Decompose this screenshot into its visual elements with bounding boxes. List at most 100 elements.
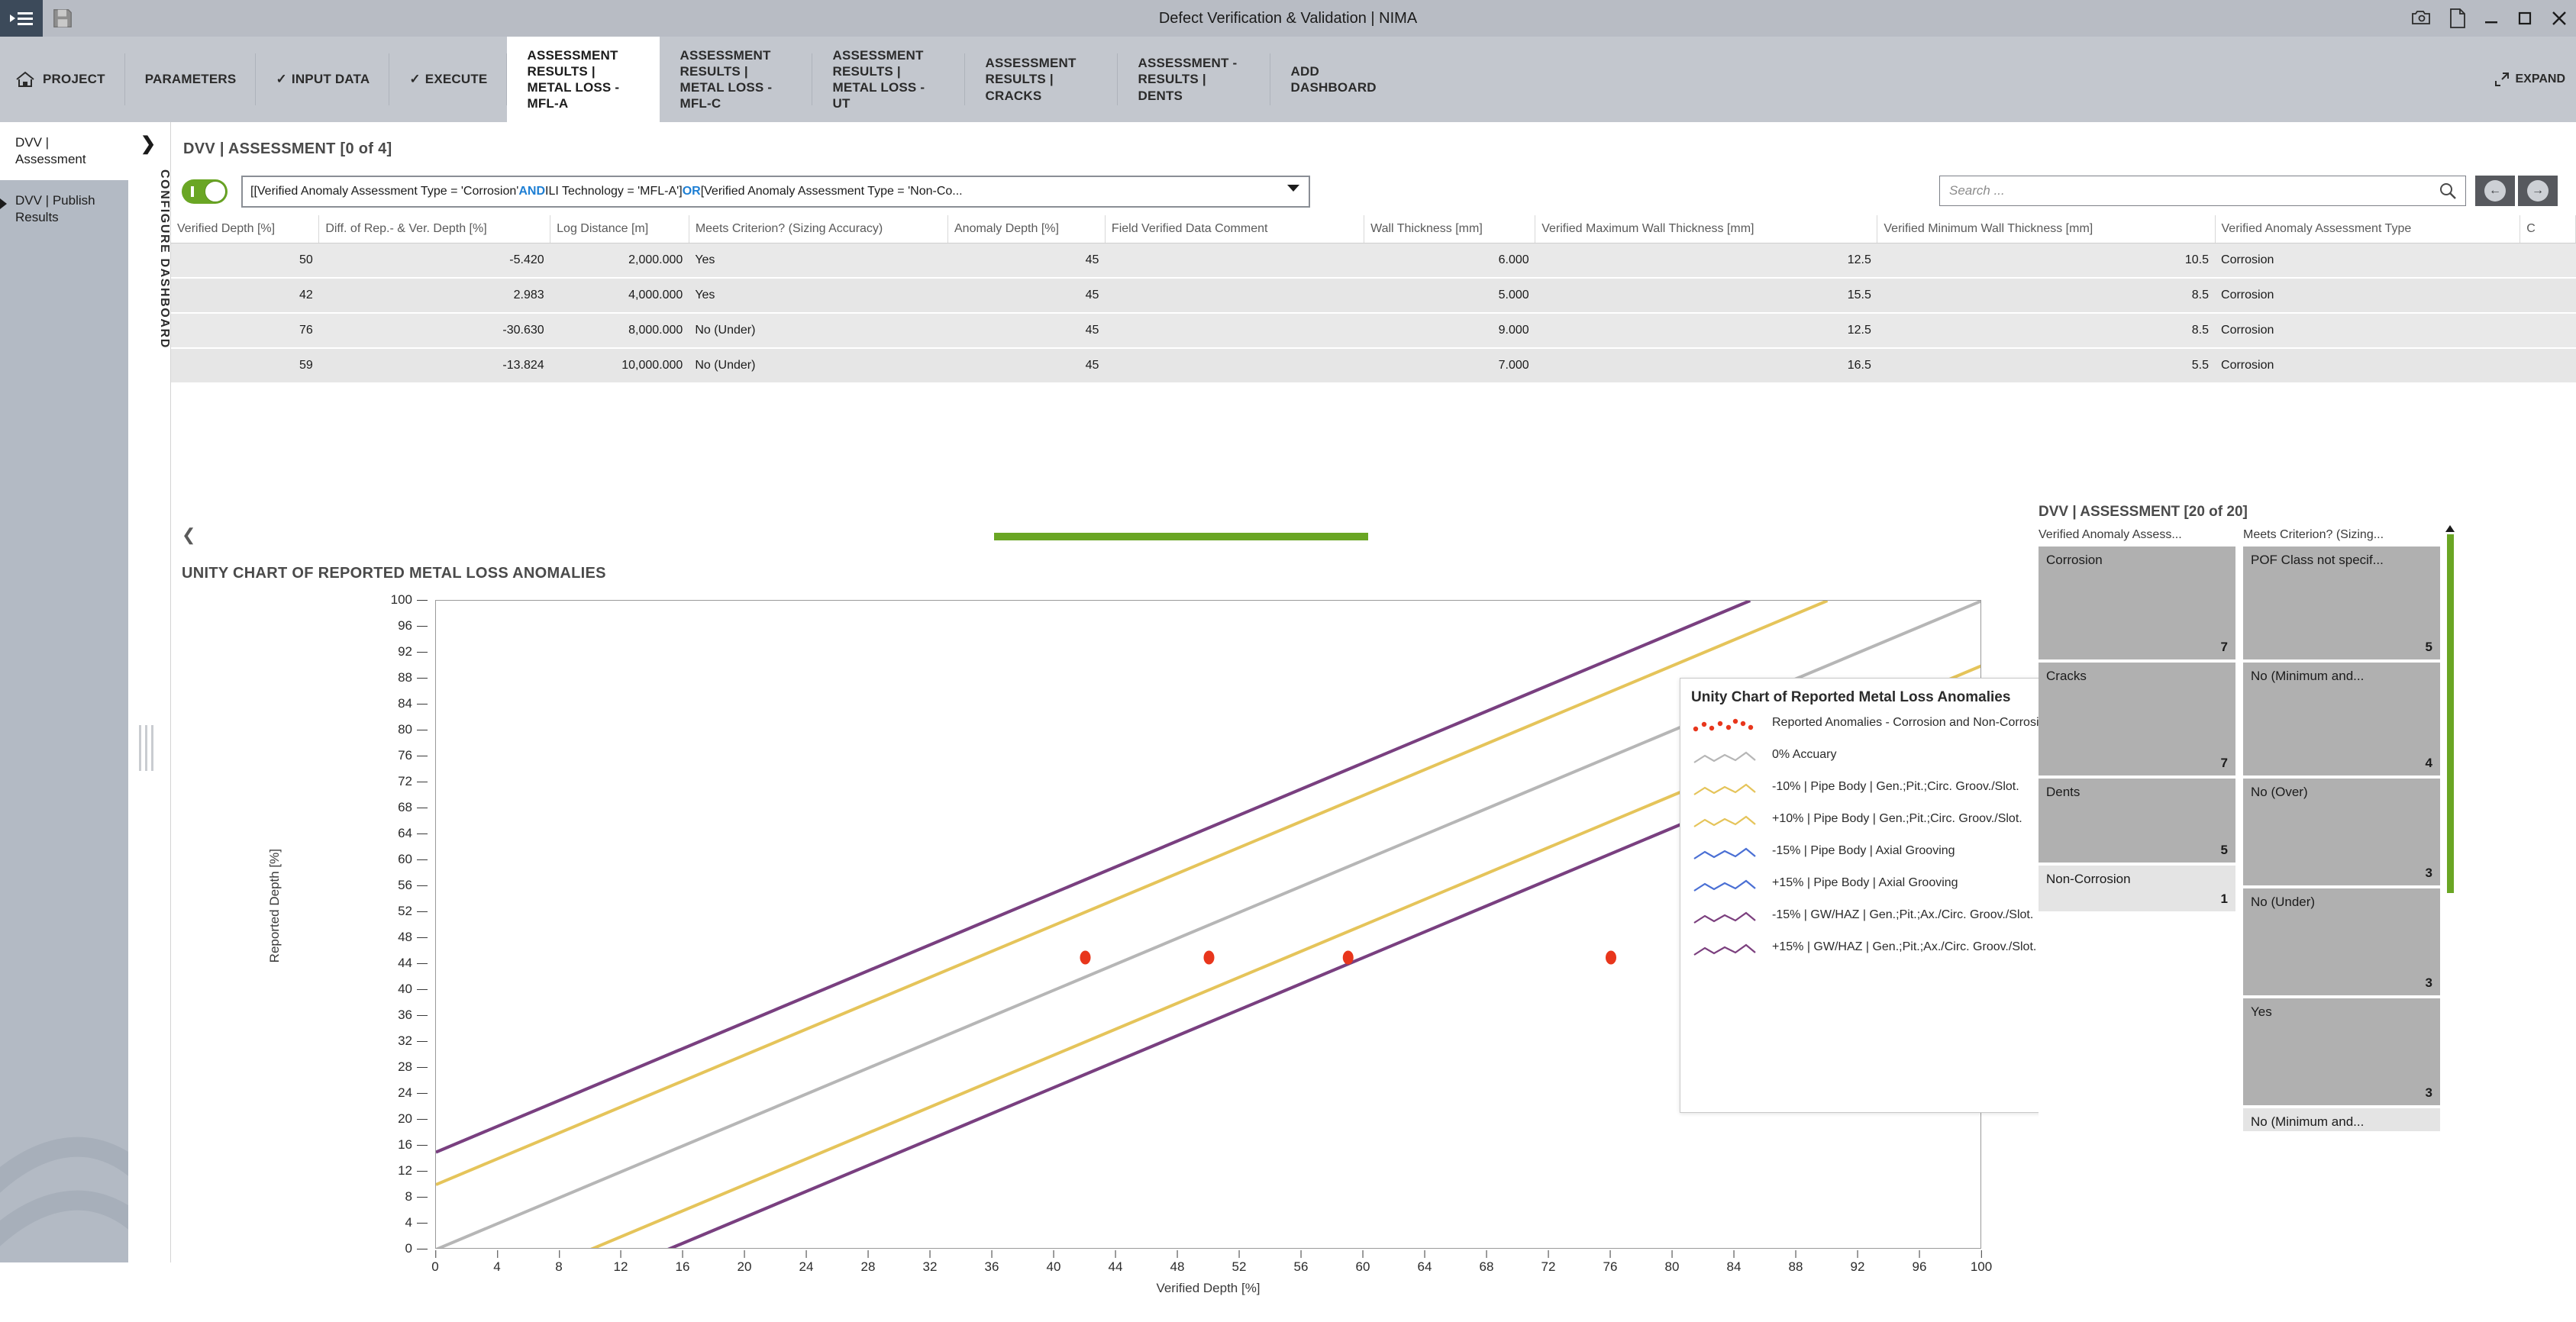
table-row[interactable]: 59-13.82410,000.000No (Under)457.00016.5…: [171, 348, 2576, 383]
expand-button[interactable]: EXPAND: [2494, 37, 2566, 122]
table-cell-anomaly_depth: 45: [948, 313, 1106, 348]
tab-assessment-results-mfl-a[interactable]: ASSESSMENT RESULTS | METAL LOSS - MFL-A: [507, 37, 660, 122]
table-column-header[interactable]: Diff. of Rep.- & Ver. Depth [%]: [319, 215, 550, 243]
summary-tile[interactable]: Corrosion7: [2039, 547, 2235, 659]
assessment-table-wrapper[interactable]: Verified Depth [%]Diff. of Rep.- & Ver. …: [171, 215, 2576, 513]
legend-items: Reported Anomalies - Corrosion and Non-C…: [1691, 715, 2096, 966]
summary-tile[interactable]: Dents5: [2039, 779, 2235, 863]
x-axis-tick-label: 84: [1727, 1259, 1742, 1275]
summary-column-header[interactable]: Verified Anomaly Assess...: [2039, 528, 2235, 542]
chart-data-point[interactable]: [1080, 951, 1091, 965]
y-tick-mark: [417, 937, 428, 938]
tab-add-dashboard[interactable]: ADD DASHBOARD: [1270, 37, 1423, 122]
legend-item[interactable]: 0% Accuary: [1691, 747, 2096, 773]
table-cell-wall_thickness: 5.000: [1364, 278, 1535, 313]
tab-parameters[interactable]: PARAMETERS: [125, 37, 257, 122]
legend-line-icon: [1691, 940, 1761, 962]
main-menu-button[interactable]: [0, 0, 43, 37]
chart-data-point[interactable]: [1204, 951, 1215, 965]
table-column-header[interactable]: Verified Anomaly Assessment Type: [2215, 215, 2520, 243]
legend-dots-icon: [1691, 715, 1761, 738]
close-button[interactable]: [2550, 9, 2568, 27]
chart-data-point[interactable]: [1343, 951, 1354, 965]
summary-tile[interactable]: No (Minimum and...: [2243, 1108, 2440, 1131]
table-row[interactable]: 76-30.6308,000.000No (Under)459.00012.58…: [171, 313, 2576, 348]
x-tick-mark: [992, 1250, 993, 1258]
legend-item[interactable]: Reported Anomalies - Corrosion and Non-C…: [1691, 715, 2096, 741]
maximize-button[interactable]: [2516, 10, 2533, 27]
minimize-button[interactable]: [2483, 10, 2500, 27]
tab-execute[interactable]: ✓ EXECUTE: [389, 37, 507, 122]
summary-column-header[interactable]: Meets Criterion? (Sizing...: [2243, 528, 2440, 542]
summary-tile[interactable]: No (Under)3: [2243, 888, 2440, 995]
chevron-left-icon[interactable]: ❮: [182, 525, 195, 545]
table-cell-anomaly_depth: 45: [948, 243, 1106, 278]
y-tick-mark: [417, 1067, 428, 1068]
hscroll-thumb[interactable]: [994, 533, 1368, 540]
tab-assessment-results-cracks[interactable]: ASSESSMENT RESULTS | CRACKS: [965, 37, 1118, 122]
table-column-header[interactable]: Verified Depth [%]: [171, 215, 319, 243]
tab-assessment-results-ut[interactable]: ASSESSMENT RESULTS | METAL LOSS - UT: [812, 37, 965, 122]
chevron-down-icon[interactable]: [1287, 185, 1299, 192]
summary-tile-label: Non-Corrosion: [2046, 872, 2228, 887]
table-column-header[interactable]: Verified Maximum Wall Thickness [mm]: [1535, 215, 1877, 243]
tab-execute-label: EXECUTE: [425, 71, 488, 87]
table-cell-ver_type: Corrosion: [2215, 348, 2520, 383]
table-cell-field_comment: [1105, 313, 1364, 348]
summary-tile[interactable]: No (Over)3: [2243, 779, 2440, 885]
summary-columns: Verified Anomaly Assess... Corrosion7Crac…: [2039, 528, 2576, 1134]
filter-toggle[interactable]: [182, 179, 228, 204]
legend-item[interactable]: +10% | Pipe Body | Gen.;Pit.;Circ. Groov…: [1691, 811, 2096, 837]
table-column-header[interactable]: C: [2520, 215, 2576, 243]
table-column-header[interactable]: Wall Thickness [mm]: [1364, 215, 1535, 243]
legend-item[interactable]: -15% | GW/HAZ | Gen.;Pit.;Ax./Circ. Groo…: [1691, 908, 2096, 933]
sidebar-item-dvv-publish-results[interactable]: DVV | Publish Results: [0, 180, 128, 238]
table-row[interactable]: 50-5.4202,000.000Yes456.00012.510.5Corro…: [171, 243, 2576, 278]
tab-project[interactable]: PROJECT: [0, 37, 125, 122]
tab-assessment-results-ut-label: ASSESSMENT RESULTS | METAL LOSS - UT: [832, 47, 945, 112]
nav-next-button[interactable]: →: [2518, 176, 2558, 206]
table-column-header[interactable]: Log Distance [m]: [550, 215, 689, 243]
table-column-header[interactable]: Verified Minimum Wall Thickness [mm]: [1877, 215, 2215, 243]
summary-vertical-scrollbar[interactable]: [2445, 524, 2455, 969]
sidebar-item-dvv-assessment[interactable]: DVV | Assessment: [0, 122, 128, 180]
legend-item[interactable]: +15% | Pipe Body | Axial Grooving: [1691, 875, 2096, 901]
rail-expand-chevron-icon[interactable]: ❯: [140, 133, 156, 155]
screenshot-icon[interactable]: [2411, 9, 2432, 27]
legend-item[interactable]: -10% | Pipe Body | Gen.;Pit.;Circ. Groov…: [1691, 779, 2096, 805]
y-axis-tick-label: 64: [366, 826, 412, 841]
tab-input-data[interactable]: ✓ INPUT DATA: [256, 37, 389, 122]
y-axis-tick-label: 88: [366, 670, 412, 685]
save-button[interactable]: [43, 0, 82, 37]
table-row[interactable]: 422.9834,000.000Yes455.00015.58.5Corrosi…: [171, 278, 2576, 313]
table-cell-verified_depth: 50: [171, 243, 319, 278]
summary-tile[interactable]: Non-Corrosion1: [2039, 866, 2235, 911]
legend-item[interactable]: +15% | GW/HAZ | Gen.;Pit.;Ax./Circ. Groo…: [1691, 940, 2096, 966]
legend-item-label: 0% Accuary: [1772, 747, 2055, 763]
scroll-thumb[interactable]: [2447, 534, 2454, 893]
legend-item[interactable]: -15% | Pipe Body | Axial Grooving: [1691, 843, 2096, 869]
chart-data-point[interactable]: [1606, 951, 1616, 965]
summary-tile[interactable]: POF Class not specif...5: [2243, 547, 2440, 659]
summary-tile[interactable]: Yes3: [2243, 998, 2440, 1105]
summary-tile-count: 3: [2426, 1085, 2432, 1101]
tab-assessment-results-dents[interactable]: ASSESSMENT - RESULTS | DENTS: [1118, 37, 1270, 122]
nav-prev-button[interactable]: ←: [2475, 176, 2515, 206]
table-column-header[interactable]: Meets Criterion? (Sizing Accuracy): [689, 215, 947, 243]
y-axis-tick-label: 96: [366, 618, 412, 634]
rail-drag-handle[interactable]: [139, 725, 159, 771]
configure-dashboard-label[interactable]: CONFIGURE DASHBOARD: [128, 169, 171, 349]
x-axis-tick-label: 28: [861, 1259, 876, 1275]
search-input[interactable]: Search ...: [1939, 176, 2466, 206]
table-column-header[interactable]: Field Verified Data Comment: [1105, 215, 1364, 243]
caret-up-icon[interactable]: [2445, 525, 2455, 532]
table-column-header[interactable]: Anomaly Depth [%]: [948, 215, 1106, 243]
summary-tile[interactable]: No (Minimum and...4: [2243, 663, 2440, 775]
summary-tile[interactable]: Cracks7: [2039, 663, 2235, 775]
x-tick-mark: [930, 1250, 931, 1258]
search-icon[interactable]: [2439, 182, 2457, 204]
filter-expression-input[interactable]: [[Verified Anomaly Assessment Type = 'Co…: [241, 176, 1310, 208]
tab-assessment-results-mfl-c[interactable]: ASSESSMENT RESULTS | METAL LOSS - MFL-C: [660, 37, 812, 122]
document-icon[interactable]: [2449, 8, 2466, 28]
summary-tile-label: Dents: [2046, 785, 2228, 800]
